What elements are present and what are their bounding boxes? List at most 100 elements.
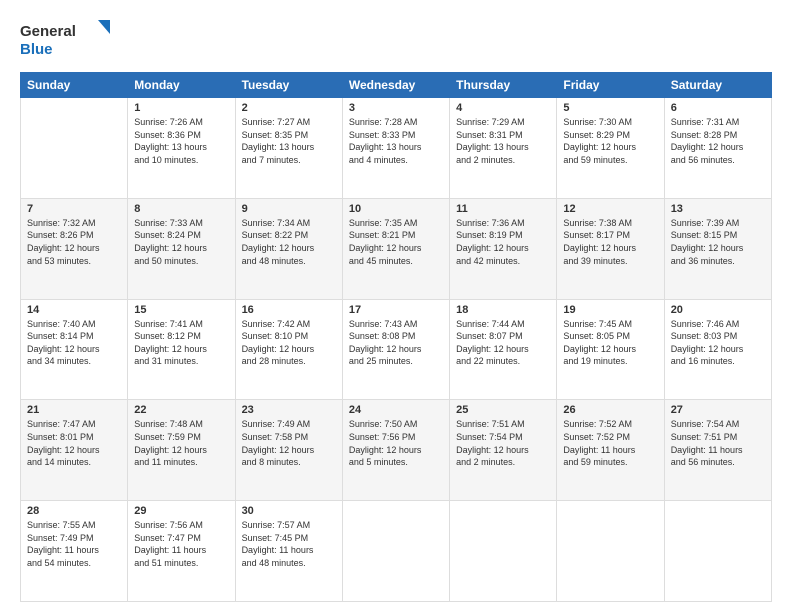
day-info: Sunrise: 7:44 AM Sunset: 8:07 PM Dayligh…	[456, 318, 550, 368]
calendar-cell: 11 Sunrise: 7:36 AM Sunset: 8:19 PM Dayli…	[450, 198, 557, 299]
day-info: Sunrise: 7:55 AM Sunset: 7:49 PM Dayligh…	[27, 519, 121, 569]
day-number: 28	[27, 505, 121, 517]
calendar-cell: 16 Sunrise: 7:42 AM Sunset: 8:10 PM Dayli…	[235, 299, 342, 400]
calendar-cell: 28 Sunrise: 7:55 AM Sunset: 7:49 PM Dayli…	[21, 501, 128, 602]
day-number: 2	[242, 102, 336, 114]
calendar-cell: 17 Sunrise: 7:43 AM Sunset: 8:08 PM Dayli…	[342, 299, 449, 400]
day-info: Sunrise: 7:41 AM Sunset: 8:12 PM Dayligh…	[134, 318, 228, 368]
day-info: Sunrise: 7:57 AM Sunset: 7:45 PM Dayligh…	[242, 519, 336, 569]
day-info: Sunrise: 7:48 AM Sunset: 7:59 PM Dayligh…	[134, 418, 228, 468]
day-number: 3	[349, 102, 443, 114]
calendar-cell: 26 Sunrise: 7:52 AM Sunset: 7:52 PM Dayli…	[557, 400, 664, 501]
day-number: 10	[349, 203, 443, 215]
day-info: Sunrise: 7:38 AM Sunset: 8:17 PM Dayligh…	[563, 217, 657, 267]
day-info: Sunrise: 7:51 AM Sunset: 7:54 PM Dayligh…	[456, 418, 550, 468]
day-info: Sunrise: 7:45 AM Sunset: 8:05 PM Dayligh…	[563, 318, 657, 368]
day-number: 4	[456, 102, 550, 114]
day-header: Monday	[128, 73, 235, 98]
day-info: Sunrise: 7:26 AM Sunset: 8:36 PM Dayligh…	[134, 116, 228, 166]
calendar-cell: 8 Sunrise: 7:33 AM Sunset: 8:24 PM Daylig…	[128, 198, 235, 299]
day-info: Sunrise: 7:54 AM Sunset: 7:51 PM Dayligh…	[671, 418, 765, 468]
calendar-cell: 23Sunrise: 7:49 AM Sunset: 7:58 PM Dayli…	[235, 400, 342, 501]
day-number: 1	[134, 102, 228, 114]
day-number: 19	[563, 304, 657, 316]
calendar-cell	[450, 501, 557, 602]
day-info: Sunrise: 7:31 AM Sunset: 8:28 PM Dayligh…	[671, 116, 765, 166]
calendar-cell	[557, 501, 664, 602]
svg-text:General: General	[20, 23, 76, 40]
day-number: 18	[456, 304, 550, 316]
calendar-cell: 3 Sunrise: 7:28 AM Sunset: 8:33 PM Daylig…	[342, 98, 449, 199]
calendar-cell: 29Sunrise: 7:56 AM Sunset: 7:47 PM Dayli…	[128, 501, 235, 602]
day-number: 20	[671, 304, 765, 316]
calendar-cell: 30 Sunrise: 7:57 AM Sunset: 7:45 PM Dayli…	[235, 501, 342, 602]
day-number: 27	[671, 404, 765, 416]
day-info: Sunrise: 7:33 AM Sunset: 8:24 PM Dayligh…	[134, 217, 228, 267]
day-number: 21	[27, 404, 121, 416]
day-info: Sunrise: 7:27 AM Sunset: 8:35 PM Dayligh…	[242, 116, 336, 166]
day-header: Friday	[557, 73, 664, 98]
calendar-cell: 27 Sunrise: 7:54 AM Sunset: 7:51 PM Dayli…	[664, 400, 771, 501]
calendar-cell	[342, 501, 449, 602]
day-info: Sunrise: 7:46 AM Sunset: 8:03 PM Dayligh…	[671, 318, 765, 368]
day-number: 30	[242, 505, 336, 517]
calendar-week-row: 7Sunrise: 7:32 AM Sunset: 8:26 PM Daylig…	[21, 198, 772, 299]
day-number: 16	[242, 304, 336, 316]
calendar-cell	[21, 98, 128, 199]
calendar-cell: 12 Sunrise: 7:38 AM Sunset: 8:17 PM Dayli…	[557, 198, 664, 299]
day-info: Sunrise: 7:28 AM Sunset: 8:33 PM Dayligh…	[349, 116, 443, 166]
day-number: 29	[134, 505, 228, 517]
calendar-cell: 25 Sunrise: 7:51 AM Sunset: 7:54 PM Dayli…	[450, 400, 557, 501]
day-number: 6	[671, 102, 765, 114]
day-number: 15	[134, 304, 228, 316]
day-info: Sunrise: 7:47 AM Sunset: 8:01 PM Dayligh…	[27, 418, 121, 468]
calendar-cell: 9Sunrise: 7:34 AM Sunset: 8:22 PM Daylig…	[235, 198, 342, 299]
calendar-week-row: 28 Sunrise: 7:55 AM Sunset: 7:49 PM Dayli…	[21, 501, 772, 602]
day-info: Sunrise: 7:35 AM Sunset: 8:21 PM Dayligh…	[349, 217, 443, 267]
day-number: 25	[456, 404, 550, 416]
day-info: Sunrise: 7:40 AM Sunset: 8:14 PM Dayligh…	[27, 318, 121, 368]
day-info: Sunrise: 7:32 AM Sunset: 8:26 PM Dayligh…	[27, 217, 121, 267]
calendar-table: SundayMondayTuesdayWednesdayThursdayFrid…	[20, 72, 772, 602]
calendar-cell: 20 Sunrise: 7:46 AM Sunset: 8:03 PM Dayli…	[664, 299, 771, 400]
calendar-cell: 4 Sunrise: 7:29 AM Sunset: 8:31 PM Daylig…	[450, 98, 557, 199]
day-number: 12	[563, 203, 657, 215]
day-number: 8	[134, 203, 228, 215]
day-header: Wednesday	[342, 73, 449, 98]
day-info: Sunrise: 7:29 AM Sunset: 8:31 PM Dayligh…	[456, 116, 550, 166]
calendar-week-row: 14 Sunrise: 7:40 AM Sunset: 8:14 PM Dayli…	[21, 299, 772, 400]
calendar-cell: 21 Sunrise: 7:47 AM Sunset: 8:01 PM Dayli…	[21, 400, 128, 501]
logo-svg: General Blue	[20, 18, 110, 62]
calendar-cell: 14 Sunrise: 7:40 AM Sunset: 8:14 PM Dayli…	[21, 299, 128, 400]
calendar-cell: 5 Sunrise: 7:30 AM Sunset: 8:29 PM Daylig…	[557, 98, 664, 199]
day-info: Sunrise: 7:34 AM Sunset: 8:22 PM Dayligh…	[242, 217, 336, 267]
day-info: Sunrise: 7:36 AM Sunset: 8:19 PM Dayligh…	[456, 217, 550, 267]
day-number: 5	[563, 102, 657, 114]
day-info: Sunrise: 7:49 AM Sunset: 7:58 PM Dayligh…	[242, 418, 336, 468]
calendar-week-row: 21 Sunrise: 7:47 AM Sunset: 8:01 PM Dayli…	[21, 400, 772, 501]
day-header: Saturday	[664, 73, 771, 98]
header-row: SundayMondayTuesdayWednesdayThursdayFrid…	[21, 73, 772, 98]
day-info: Sunrise: 7:30 AM Sunset: 8:29 PM Dayligh…	[563, 116, 657, 166]
calendar-cell	[664, 501, 771, 602]
day-header: Tuesday	[235, 73, 342, 98]
page: General Blue SundayMondayTuesdayWednesda…	[0, 0, 792, 612]
day-number: 26	[563, 404, 657, 416]
calendar-cell: 13Sunrise: 7:39 AM Sunset: 8:15 PM Dayli…	[664, 198, 771, 299]
day-number: 11	[456, 203, 550, 215]
calendar-cell: 24 Sunrise: 7:50 AM Sunset: 7:56 PM Dayli…	[342, 400, 449, 501]
day-info: Sunrise: 7:43 AM Sunset: 8:08 PM Dayligh…	[349, 318, 443, 368]
day-info: Sunrise: 7:50 AM Sunset: 7:56 PM Dayligh…	[349, 418, 443, 468]
day-number: 14	[27, 304, 121, 316]
svg-text:Blue: Blue	[20, 41, 53, 58]
day-info: Sunrise: 7:42 AM Sunset: 8:10 PM Dayligh…	[242, 318, 336, 368]
day-number: 24	[349, 404, 443, 416]
calendar-cell: 2 Sunrise: 7:27 AM Sunset: 8:35 PM Daylig…	[235, 98, 342, 199]
calendar-cell: 18 Sunrise: 7:44 AM Sunset: 8:07 PM Dayli…	[450, 299, 557, 400]
logo: General Blue	[20, 18, 110, 62]
day-info: Sunrise: 7:52 AM Sunset: 7:52 PM Dayligh…	[563, 418, 657, 468]
day-number: 22	[134, 404, 228, 416]
calendar-cell: 10 Sunrise: 7:35 AM Sunset: 8:21 PM Dayli…	[342, 198, 449, 299]
day-header: Thursday	[450, 73, 557, 98]
day-number: 17	[349, 304, 443, 316]
